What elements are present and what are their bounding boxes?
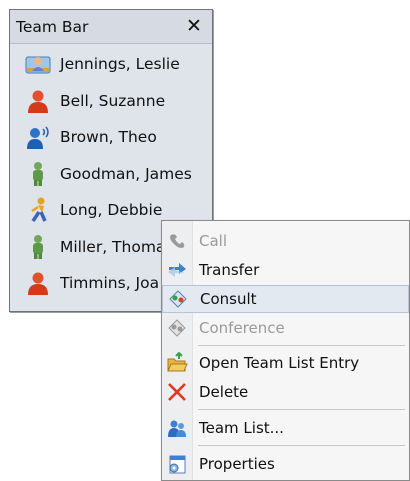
menu-item-label: Open Team List Entry [199,354,360,372]
person-green-icon [24,234,52,260]
menu-separator [198,445,405,446]
menu-separator [198,345,405,346]
transfer-arrows-icon [162,256,192,284]
member-name: Goodman, James [60,164,192,183]
menu-item-label: Team List... [199,419,284,437]
team-bar-title: Team Bar [16,17,89,36]
team-bar-header: Team Bar ✕ [10,10,212,44]
menu-item-properties[interactable]: Properties [162,450,409,478]
consult-icon [163,285,193,313]
menu-item-transfer[interactable]: Transfer [162,256,409,284]
person-green-icon [24,161,52,187]
person-walking-icon [24,197,52,223]
member-name: Timmins, Joa [60,274,160,293]
member-name: Jennings, Leslie [60,55,180,74]
handset-icon [162,227,192,255]
menu-item-label: Transfer [199,261,260,279]
menu-item-label: Delete [199,383,249,401]
member-name: Brown, Theo [60,128,157,147]
delete-x-icon [162,378,192,406]
menu-item-label: Consult [200,290,257,308]
menu-item-open-team-list-entry[interactable]: Open Team List Entry [162,349,409,377]
member-name: Miller, Thoma [60,237,166,256]
member-name: Bell, Suzanne [60,91,166,110]
menu-item-delete[interactable]: Delete [162,378,409,406]
person-id-card-icon [24,51,52,77]
team-member-item[interactable]: Jennings, Leslie [10,46,212,83]
menu-item-label: Properties [199,455,275,473]
menu-item-call[interactable]: Call [162,227,409,255]
context-menu: Call Transfer Consult Conference Open Te… [161,220,410,481]
member-name: Long, Debbie [60,201,163,220]
person-red-icon [24,270,52,296]
menu-item-label: Conference [199,319,285,337]
conference-icon [162,314,192,342]
team-people-icon [162,414,192,442]
team-member-item[interactable]: Brown, Theo [10,119,212,156]
menu-item-conference[interactable]: Conference [162,314,409,342]
menu-item-consult[interactable]: Consult [162,285,409,313]
person-red-icon [24,88,52,114]
open-folder-icon [162,349,192,377]
team-member-item[interactable]: Bell, Suzanne [10,83,212,120]
properties-icon [162,450,192,478]
person-calling-icon [24,124,52,150]
team-member-item[interactable]: Goodman, James [10,156,212,193]
menu-item-label: Call [199,232,228,250]
menu-separator [198,409,405,410]
close-icon[interactable]: ✕ [183,15,205,37]
menu-item-team-list[interactable]: Team List... [162,414,409,442]
